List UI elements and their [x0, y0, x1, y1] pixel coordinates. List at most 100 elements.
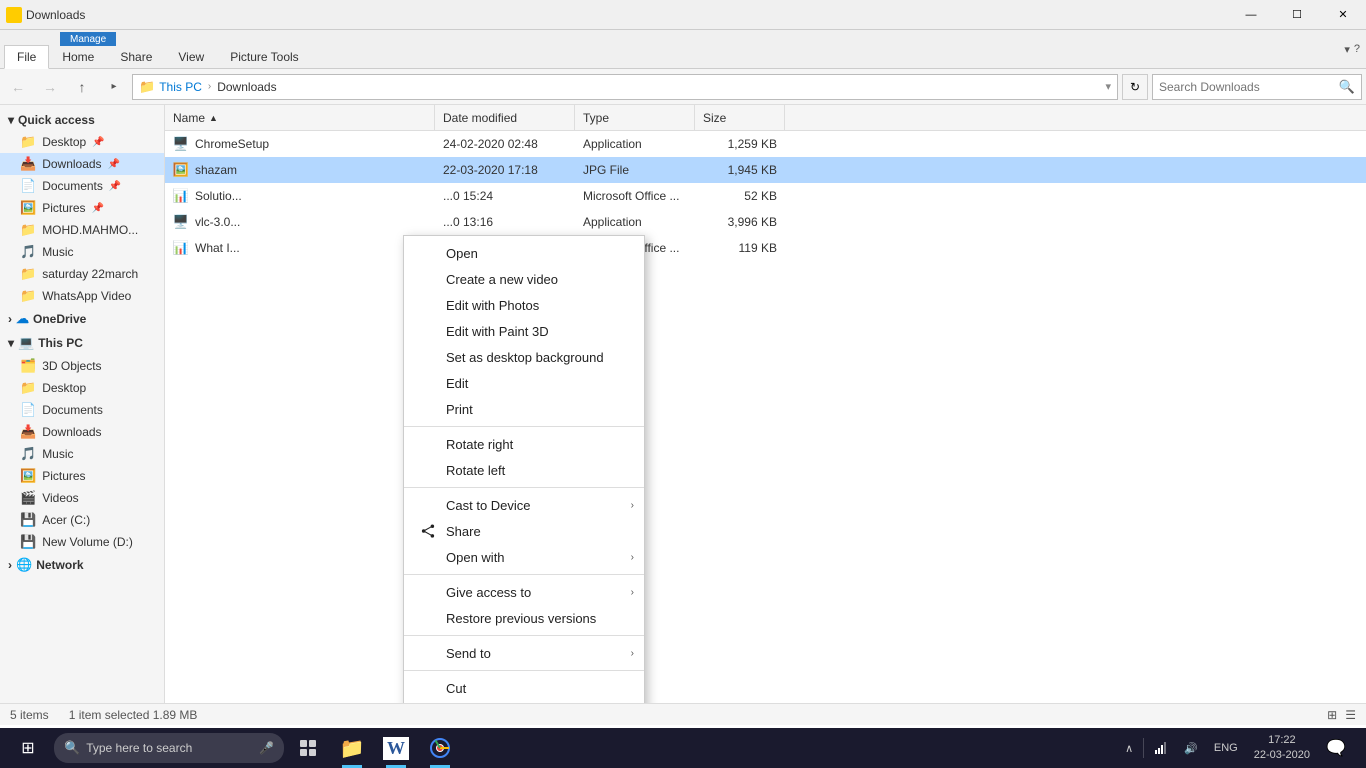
shazam-type: JPG File [575, 157, 695, 182]
sidebar-item-saturday[interactable]: 📁 saturday 22march [0, 263, 164, 285]
search-icon[interactable]: 🔍 [1339, 79, 1355, 95]
forward-button[interactable]: → [36, 73, 64, 101]
table-row[interactable]: 📊 What I... ...0 15:25 Microsoft Office … [165, 235, 1366, 261]
taskbar-show-desktop[interactable] [1354, 728, 1362, 768]
taskbar-app-explorer[interactable]: 📁 [330, 728, 374, 768]
ctx-separator-1 [404, 426, 644, 427]
taskbar-search-box[interactable]: 🔍 Type here to search 🎤 [54, 733, 284, 763]
sidebar-section-network[interactable]: › 🌐 Network [0, 553, 164, 577]
list-view-icon[interactable]: ☰ [1345, 708, 1356, 722]
network-icon: 🌐 [16, 557, 32, 573]
new-volume-icon: 💾 [20, 534, 36, 550]
taskbar-app-word[interactable]: W [374, 728, 418, 768]
up-button[interactable]: ↑ [68, 73, 96, 101]
minimize-button[interactable]: — [1228, 0, 1274, 30]
taskbar-volume-icon[interactable]: 🔊 [1176, 728, 1206, 768]
ctx-rotate-left[interactable]: Rotate left [404, 457, 644, 483]
tab-file[interactable]: File [4, 45, 49, 69]
sidebar-item-mohd[interactable]: 📁 MOHD.MAHMO... [0, 219, 164, 241]
taskbar-right: ∧ 🔊 ENG 17:22 22-03-2020 🗨️ [1117, 728, 1362, 768]
col-header-size[interactable]: Size [695, 105, 785, 130]
sidebar-item-3d-objects[interactable]: 🗂️ 3D Objects [0, 355, 164, 377]
tab-view[interactable]: View [165, 45, 217, 68]
sidebar-section-this-pc[interactable]: ▾ 💻 This PC [0, 331, 164, 355]
ctx-cut[interactable]: Cut [404, 675, 644, 701]
main-layout: ▾ Quick access 📁 Desktop 📌 📥 Downloads 📌… [0, 105, 1366, 703]
downloads-icon: 📥 [20, 156, 36, 172]
sidebar-item-new-volume[interactable]: 💾 New Volume (D:) [0, 531, 164, 553]
ctx-desktop-bg[interactable]: Set as desktop background [404, 344, 644, 370]
taskbar-network-icon[interactable] [1146, 728, 1176, 768]
ctx-rotate-right[interactable]: Rotate right [404, 431, 644, 457]
sidebar-item-downloads[interactable]: 📥 Downloads 📌 [0, 153, 164, 175]
sidebar-item-label-music: Music [42, 245, 73, 259]
tab-share[interactable]: Share [107, 45, 165, 68]
taskbar-app-task-view[interactable] [286, 728, 330, 768]
taskbar-sys-tray-expand[interactable]: ∧ [1117, 728, 1141, 768]
this-pc-label: This PC [38, 336, 83, 350]
desktop2-icon: 📁 [20, 380, 36, 396]
taskbar-clock[interactable]: 17:22 22-03-2020 [1246, 728, 1318, 768]
saturday-icon: 📁 [20, 266, 36, 282]
ctx-give-access[interactable]: Give access to › [404, 579, 644, 605]
start-button[interactable]: ⊞ [4, 728, 52, 768]
acer-icon: 💾 [20, 512, 36, 528]
open-with-arrow-icon: › [631, 552, 634, 563]
shazam-date: 22-03-2020 17:18 [435, 157, 575, 182]
ctx-create-video[interactable]: Create a new video [404, 266, 644, 292]
sidebar-item-acer[interactable]: 💾 Acer (C:) [0, 509, 164, 531]
taskbar-notification-button[interactable]: 🗨️ [1318, 728, 1354, 768]
sidebar-item-desktop2[interactable]: 📁 Desktop [0, 377, 164, 399]
ctx-cast[interactable]: Cast to Device › [404, 492, 644, 518]
col-header-type[interactable]: Type [575, 105, 695, 130]
sidebar-item-documents2[interactable]: 📄 Documents [0, 399, 164, 421]
ribbon-help-icon[interactable]: ? [1354, 43, 1360, 55]
table-row[interactable]: 🖼️ shazam 22-03-2020 17:18 JPG File 1,94… [165, 157, 1366, 183]
ctx-edit[interactable]: Edit [404, 370, 644, 396]
sidebar-item-whatsapp[interactable]: 📁 WhatsApp Video [0, 285, 164, 307]
sidebar-section-quick-access[interactable]: ▾ Quick access [0, 109, 164, 131]
ctx-print[interactable]: Print [404, 396, 644, 422]
table-row[interactable]: 📊 Solutio... ...0 15:24 Microsoft Office… [165, 183, 1366, 209]
address-dropdown-icon[interactable]: ▾ [1105, 80, 1111, 93]
sidebar-item-downloads2[interactable]: 📥 Downloads [0, 421, 164, 443]
sidebar-section-onedrive[interactable]: › ☁ OneDrive [0, 307, 164, 331]
solutio-type: Microsoft Office ... [575, 183, 695, 208]
ctx-restore[interactable]: Restore previous versions [404, 605, 644, 631]
back-button[interactable]: ← [4, 73, 32, 101]
sidebar-item-music[interactable]: 🎵 Music [0, 241, 164, 263]
ctx-send-to[interactable]: Send to › [404, 640, 644, 666]
ribbon-collapse-icon[interactable]: ▾ [1344, 43, 1350, 56]
mohd-icon: 📁 [20, 222, 36, 238]
maximize-button[interactable]: ☐ [1274, 0, 1320, 30]
sidebar-item-pictures[interactable]: 🖼️ Pictures 📌 [0, 197, 164, 219]
ctx-share[interactable]: Share [404, 518, 644, 544]
sidebar-item-music2[interactable]: 🎵 Music [0, 443, 164, 465]
shazam-file-icon: 🖼️ [173, 162, 189, 178]
sidebar-item-desktop[interactable]: 📁 Desktop 📌 [0, 131, 164, 153]
col-header-date[interactable]: Date modified [435, 105, 575, 130]
address-this-pc[interactable]: This PC [159, 80, 202, 94]
taskbar-lang-icon[interactable]: ENG [1206, 728, 1246, 768]
ctx-copy[interactable]: Copy [404, 701, 644, 703]
refresh-button[interactable]: ↻ [1122, 74, 1148, 100]
col-header-name[interactable]: Name ▲ [165, 105, 435, 130]
ctx-open-with[interactable]: Open with › [404, 544, 644, 570]
ctx-edit-photos[interactable]: Edit with Photos [404, 292, 644, 318]
expand-arrow-button[interactable]: ▸ [100, 73, 128, 101]
ctx-open[interactable]: Open [404, 240, 644, 266]
table-row[interactable]: 🖥️ ChromeSetup 24-02-2020 02:48 Applicat… [165, 131, 1366, 157]
taskbar-time: 17:22 [1268, 733, 1296, 748]
table-row[interactable]: 🖥️ vlc-3.0... ...0 13:16 Application 3,9… [165, 209, 1366, 235]
grid-view-icon[interactable]: ⊞ [1327, 708, 1337, 722]
microphone-icon[interactable]: 🎤 [259, 741, 274, 755]
close-button[interactable]: ✕ [1320, 0, 1366, 30]
search-input[interactable] [1159, 80, 1335, 94]
tab-picture-tools[interactable]: Picture Tools [217, 45, 311, 68]
sidebar-item-pictures2[interactable]: 🖼️ Pictures [0, 465, 164, 487]
taskbar-app-chrome[interactable] [418, 728, 462, 768]
sidebar-item-videos[interactable]: 🎬 Videos [0, 487, 164, 509]
ctx-edit-paint3d[interactable]: Edit with Paint 3D [404, 318, 644, 344]
tab-home[interactable]: Home [49, 45, 107, 68]
sidebar-item-documents[interactable]: 📄 Documents 📌 [0, 175, 164, 197]
